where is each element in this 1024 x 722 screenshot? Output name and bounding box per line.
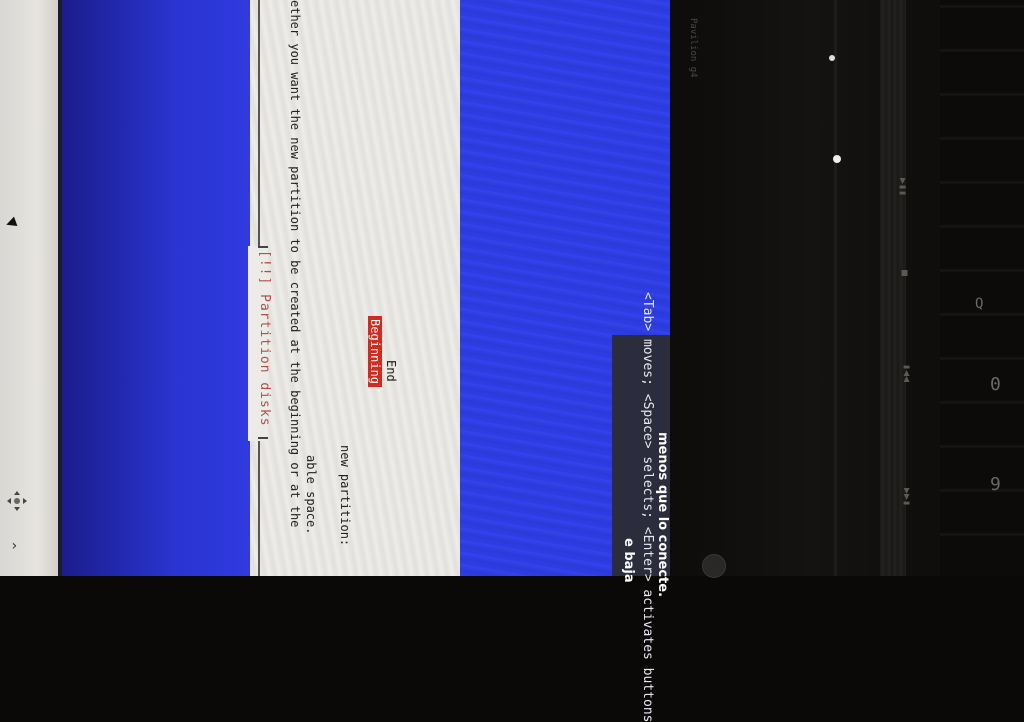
key-0: 0 — [990, 374, 1001, 395]
key-q: Q — [975, 296, 984, 312]
option-end[interactable]: End — [384, 360, 398, 382]
title-border-tick — [258, 437, 268, 439]
partition-dialog — [250, 0, 460, 576]
play-pause-icon: ▶▮▮ — [897, 178, 908, 197]
volume-slider-track — [834, 0, 837, 576]
field-label: new partition: — [338, 445, 352, 547]
dialog-title: [!!] Partition disks — [257, 250, 272, 427]
keyboard-area — [940, 0, 1024, 576]
stop-icon: ■ — [899, 270, 910, 277]
status-led — [829, 55, 835, 61]
bezel-label: Pavilion g4 — [688, 18, 698, 78]
installer-background — [62, 0, 250, 576]
move-icon — [7, 491, 27, 511]
dialog-question: ether you want the new partition to be c… — [288, 0, 302, 528]
keyboard-help-text: <Tab> moves; <Space> selects; <Enter> ac… — [640, 292, 655, 722]
option-beginning[interactable]: Beginning — [368, 316, 382, 388]
status-led — [833, 155, 841, 163]
key-9: 9 — [990, 474, 1001, 495]
title-border-tick — [258, 246, 268, 248]
hp-logo-icon — [702, 554, 726, 578]
previous-track-icon: ▮◀◀ — [901, 364, 912, 383]
notification-message: menos que lo conecte. — [655, 432, 670, 598]
next-track-icon: ▶▶▮ — [901, 488, 912, 507]
chevron-right-icon[interactable]: › — [10, 538, 18, 554]
dialog-question-continued: able space. — [304, 455, 318, 535]
